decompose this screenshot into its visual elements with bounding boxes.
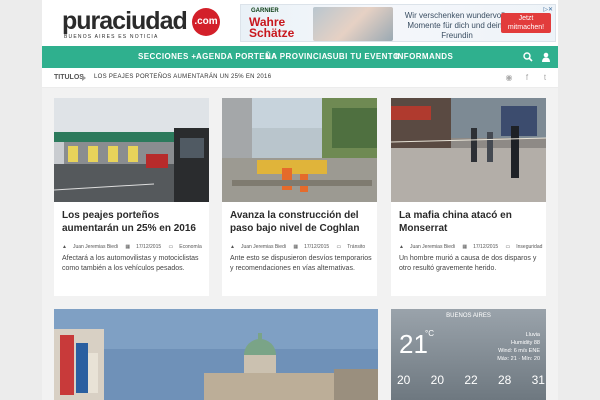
main-nav: SECCIONES + AGENDA PORTEÑA LA PROVINCIA … bbox=[42, 46, 558, 68]
nav-item-secciones[interactable]: SECCIONES + bbox=[138, 46, 196, 68]
article-excerpt: Ante esto se dispusieron desvíos tempora… bbox=[230, 255, 372, 272]
author-icon: ▲ bbox=[399, 244, 404, 250]
forecast-day: 20 bbox=[397, 373, 411, 387]
article-excerpt: Un hombre murió a causa de dos disparos … bbox=[399, 255, 537, 272]
weather-city: BUENOS AIRES bbox=[446, 313, 491, 319]
nav-item-informands[interactable]: INFORMANDS bbox=[395, 46, 453, 68]
news-ticker: TITULOS LOS PEAJES PORTEÑOS AUMENTARÁN U… bbox=[42, 68, 558, 88]
folder-icon: ▭ bbox=[336, 244, 342, 250]
article-author[interactable]: Juan Jeremias Biedi bbox=[241, 244, 286, 250]
ticker-label: TITULOS bbox=[54, 74, 84, 81]
weather-condition: Lluvia bbox=[525, 332, 540, 338]
forecast-day: 20 bbox=[430, 373, 445, 387]
page: puraciudad .com BUENOS AIRES ES NOTICIA … bbox=[42, 0, 558, 400]
ad-banner[interactable]: GARNIER Wahre Schätze Wir verschenken wu… bbox=[240, 4, 556, 42]
author-icon: ▲ bbox=[62, 244, 67, 250]
article-image-toll[interactable] bbox=[54, 98, 209, 202]
search-icon[interactable] bbox=[523, 52, 533, 62]
featured-image-congress[interactable] bbox=[54, 309, 378, 400]
weather-wind: Wind: 6 m/s ENE bbox=[498, 348, 540, 354]
logo-word: puraciudad bbox=[62, 7, 188, 35]
ticker-arrow-icon bbox=[82, 75, 86, 81]
article-category[interactable]: Inseguridad bbox=[516, 244, 542, 250]
forecast-day: 31 bbox=[531, 373, 545, 387]
nav-item-subi-evento[interactable]: SUBI TU EVENTO bbox=[327, 46, 400, 68]
article-meta: ▲ Juan Jeremias Biedi ▦ 17/12/2015 ▭ Insegu… bbox=[399, 244, 548, 250]
article-meta: ▲ Juan Jeremias Biedi ▦ 17/12/2015 ▭ Tránsi… bbox=[230, 244, 371, 250]
article-title[interactable]: Avanza la construcción del paso bajo niv… bbox=[230, 209, 372, 235]
article-category[interactable]: Economía bbox=[179, 244, 202, 250]
social-icons: ◉ f t bbox=[504, 72, 550, 83]
article-title[interactable]: La mafia china atacó en Monserrat bbox=[399, 209, 541, 235]
site-logo[interactable]: puraciudad .com BUENOS AIRES ES NOTICIA bbox=[62, 7, 220, 40]
ticker-headline[interactable]: LOS PEAJES PORTEÑOS AUMENTARÁN UN 25% EN… bbox=[94, 68, 271, 87]
article-card[interactable]: Avanza la construcción del paso bajo niv… bbox=[222, 98, 377, 296]
article-image-crime-scene[interactable] bbox=[391, 98, 546, 202]
logo-com-badge: .com bbox=[192, 8, 220, 36]
weather-forecast: 20 20 22 28 31 bbox=[397, 373, 545, 387]
ad-cta-button[interactable]: Jetzt mitmachen! bbox=[501, 13, 551, 33]
article-author[interactable]: Juan Jeremias Biedi bbox=[73, 244, 118, 250]
calendar-icon: ▦ bbox=[125, 244, 131, 250]
facebook-icon[interactable]: f bbox=[522, 72, 532, 83]
article-author[interactable]: Juan Jeremias Biedi bbox=[410, 244, 455, 250]
ad-brand: GARNIER bbox=[251, 8, 279, 14]
article-meta: ▲ Juan Jeremias Biedi ▦ 17/12/2015 ▭ Econom… bbox=[62, 244, 208, 250]
article-card[interactable]: La mafia china atacó en Monserrat ▲ Juan … bbox=[391, 98, 546, 296]
author-icon: ▲ bbox=[230, 244, 235, 250]
folder-icon: ▭ bbox=[505, 244, 511, 250]
weather-widget: BUENOS AIRES 21 °C Lluvia Humidity 88 Wi… bbox=[391, 309, 546, 400]
weather-temp: 21 bbox=[399, 329, 428, 359]
calendar-icon: ▦ bbox=[462, 244, 468, 250]
calendar-icon: ▦ bbox=[293, 244, 299, 250]
forecast-day: 22 bbox=[464, 373, 478, 387]
ad-text: Wir verschenken wundervolle Momente für … bbox=[404, 11, 510, 40]
article-date: 17/12/2015 bbox=[136, 244, 162, 250]
article-title[interactable]: Los peajes porteños aumentarán un 25% en… bbox=[62, 209, 204, 235]
article-image-construction[interactable] bbox=[222, 98, 377, 202]
logo-tagline: BUENOS AIRES ES NOTICIA bbox=[64, 34, 159, 40]
ad-photo bbox=[313, 7, 393, 41]
nav-item-provincia[interactable]: LA PROVINCIA bbox=[266, 46, 328, 68]
ad-title: Wahre Schätze bbox=[249, 15, 295, 40]
article-excerpt: Afectará a los automovilistas y motocicl… bbox=[62, 255, 199, 272]
rss-icon[interactable]: ◉ bbox=[504, 72, 514, 83]
article-card[interactable]: Los peajes porteños aumentarán un 25% en… bbox=[54, 98, 209, 296]
article-category[interactable]: Tránsito bbox=[347, 244, 365, 250]
weather-minmax: Máx: 21 · Mín: 20 bbox=[497, 356, 540, 362]
twitter-icon[interactable]: t bbox=[540, 72, 550, 83]
folder-icon: ▭ bbox=[168, 244, 174, 250]
weather-humidity: Humidity 88 bbox=[510, 340, 540, 346]
ad-close-icon[interactable]: ▷✕ bbox=[543, 6, 553, 13]
article-date: 17/12/2015 bbox=[473, 244, 499, 250]
weather-details: Lluvia Humidity 88 Wind: 6 m/s ENE Máx: … bbox=[497, 331, 540, 363]
user-icon[interactable] bbox=[541, 52, 551, 62]
weather-unit: °C bbox=[425, 329, 434, 338]
forecast-day: 28 bbox=[497, 373, 512, 387]
article-date: 17/12/2015 bbox=[304, 244, 330, 250]
